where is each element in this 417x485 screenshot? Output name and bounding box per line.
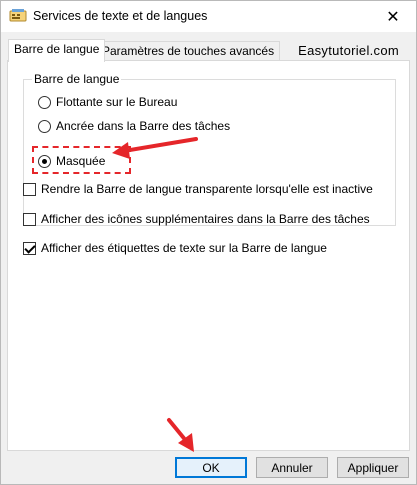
checkbox-label: Rendre la Barre de langue transparente l… (41, 182, 373, 196)
radio-label: Ancrée dans la Barre des tâches (56, 119, 231, 133)
tab-label: Paramètres de touches avancés (102, 44, 275, 58)
radio-button[interactable] (38, 154, 51, 168)
apply-button[interactable]: Appliquer (337, 457, 409, 478)
radio-button[interactable] (38, 119, 51, 133)
ok-button[interactable]: OK (175, 457, 247, 478)
radio-docked[interactable]: Ancrée dans la Barre des tâches (38, 119, 230, 133)
radio-label: Flottante sur le Bureau (56, 95, 178, 109)
tab-language-bar[interactable]: Barre de langue (8, 39, 106, 62)
checkbox-text-labels[interactable]: Afficher des étiquettes de texte sur la … (23, 241, 327, 255)
window-title: Services de texte et de langues (33, 9, 208, 23)
radio-floating[interactable]: Flottante sur le Bureau (38, 95, 177, 109)
radio-label: Masquée (56, 154, 106, 168)
watermark-brand: Easytutoriel.com (298, 43, 399, 58)
tab-advanced-key-settings[interactable]: Paramètres de touches avancés (96, 41, 281, 61)
language-bar-icon (9, 9, 27, 22)
checkbox-transparent[interactable]: Rendre la Barre de langue transparente l… (23, 182, 373, 196)
language-bar-group: Barre de langue Flottante sur le Bureau … (23, 72, 396, 226)
dialog-window: Services de texte et de langues ✕ Barre … (0, 0, 417, 485)
checkbox[interactable] (23, 182, 36, 196)
checkbox-label: Afficher des étiquettes de texte sur la … (41, 241, 327, 255)
close-icon: ✕ (386, 8, 400, 26)
checkbox-extra-icons[interactable]: Afficher des icônes supplémentaires dans… (23, 212, 370, 226)
tab-label: Barre de langue (14, 42, 100, 56)
title-bar[interactable]: Services de texte et de langues ✕ (1, 1, 416, 32)
cancel-button[interactable]: Annuler (256, 457, 328, 478)
radio-button[interactable] (38, 95, 51, 109)
group-legend: Barre de langue (32, 72, 122, 86)
checkbox[interactable] (23, 241, 36, 255)
checkbox[interactable] (23, 212, 36, 226)
checkbox-label: Afficher des icônes supplémentaires dans… (41, 212, 370, 226)
close-button[interactable]: ✕ (370, 1, 416, 32)
tab-panel: Barre de langue Flottante sur le Bureau … (7, 60, 410, 451)
radio-hidden[interactable]: Masquée (38, 154, 105, 168)
